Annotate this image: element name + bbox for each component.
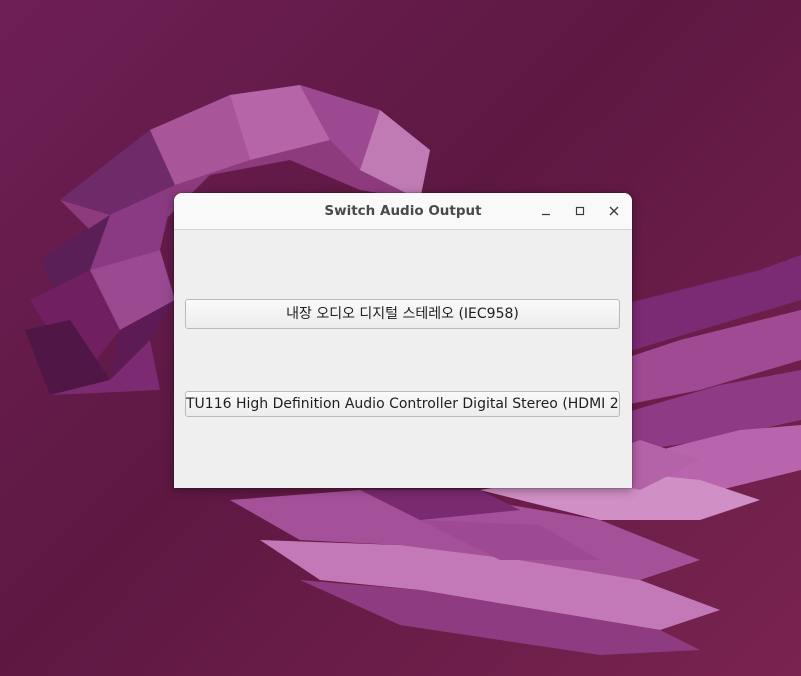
maximize-button[interactable]	[568, 199, 592, 223]
window-titlebar[interactable]: Switch Audio Output	[174, 193, 632, 230]
close-icon	[609, 206, 619, 216]
minimize-icon	[542, 213, 550, 216]
window-title: Switch Audio Output	[324, 203, 482, 219]
desktop-background: Switch Audio Output 내장 오디오 디지털 스테레오 (IEC…	[0, 0, 801, 676]
close-button[interactable]	[602, 199, 626, 223]
maximize-icon	[575, 206, 585, 216]
switch-audio-output-window: Switch Audio Output 내장 오디오 디지털 스테레오 (IEC…	[174, 193, 632, 488]
output-button-hdmi-2[interactable]: TU116 High Definition Audio Controller D…	[185, 391, 620, 417]
output-button-iec958[interactable]: 내장 오디오 디지털 스테레오 (IEC958)	[185, 299, 620, 329]
window-content: 내장 오디오 디지털 스테레오 (IEC958) TU116 High Defi…	[174, 230, 632, 488]
minimize-button[interactable]	[534, 199, 558, 223]
